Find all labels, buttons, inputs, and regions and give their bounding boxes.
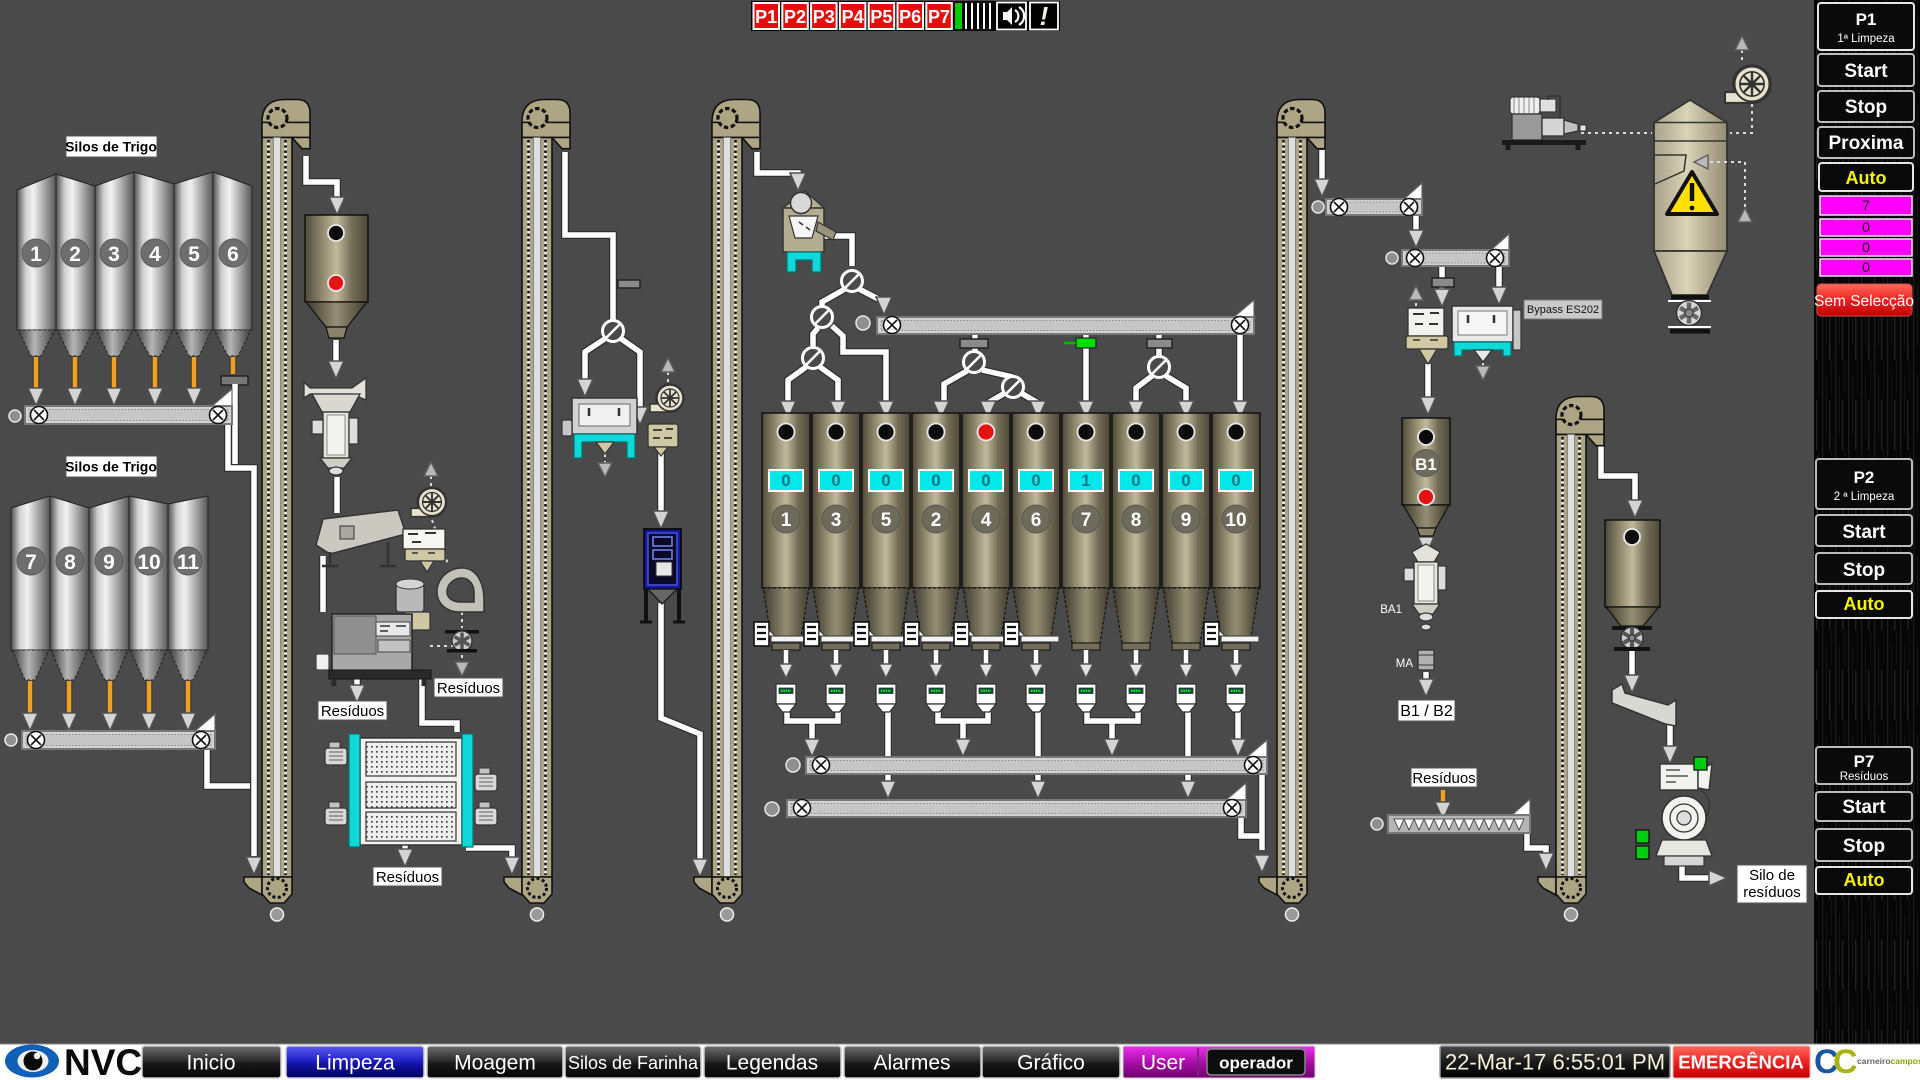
svg-text:Stop: Stop (1845, 97, 1887, 118)
svg-text:P7: P7 (928, 7, 950, 27)
svg-text:Legendas: Legendas (726, 1052, 818, 1075)
svg-text:P1: P1 (755, 7, 777, 27)
svg-text:8: 8 (64, 551, 76, 574)
svg-text:7: 7 (25, 551, 37, 574)
svg-text:0: 0 (1862, 239, 1870, 255)
svg-text:EMERGÊNCIA: EMERGÊNCIA (1678, 1052, 1803, 1073)
svg-text:9: 9 (103, 551, 115, 574)
svg-text:7: 7 (1862, 197, 1870, 213)
svg-text:Sem Selecção: Sem Selecção (1814, 293, 1914, 310)
svg-text:P1: P1 (1856, 10, 1877, 29)
svg-text:Resíduos: Resíduos (437, 680, 500, 697)
svg-text:22-Mar-17 6:55:01 PM: 22-Mar-17 6:55:01 PM (1445, 1050, 1665, 1075)
svg-text:P2: P2 (784, 7, 806, 27)
svg-text:NVC: NVC (64, 1042, 142, 1080)
svg-text:BA1: BA1 (1380, 604, 1402, 616)
svg-text:5: 5 (188, 243, 200, 266)
svg-text:3: 3 (108, 243, 120, 266)
svg-text:Moagem: Moagem (454, 1052, 536, 1075)
svg-text:resíduos: resíduos (1743, 884, 1801, 901)
svg-text:3: 3 (831, 510, 842, 531)
svg-text:11: 11 (177, 551, 200, 574)
svg-text:Silos de Trigo: Silos de Trigo (65, 459, 157, 475)
svg-text:B1: B1 (1415, 455, 1437, 474)
svg-text:1ª Limpeza: 1ª Limpeza (1837, 33, 1895, 45)
svg-text:0: 0 (831, 471, 840, 490)
svg-text:User: User (1141, 1052, 1185, 1075)
svg-text:Silo de: Silo de (1749, 867, 1795, 884)
svg-text:Limpeza: Limpeza (315, 1052, 395, 1075)
svg-text:Bypass ES202: Bypass ES202 (1527, 304, 1599, 316)
svg-text:Start: Start (1842, 522, 1886, 543)
svg-text:0: 0 (931, 471, 940, 490)
svg-text:MA: MA (1396, 658, 1414, 670)
svg-text:1: 1 (781, 510, 792, 531)
svg-text:2: 2 (69, 243, 81, 266)
svg-text:0: 0 (1862, 219, 1870, 235)
svg-text:!: ! (1040, 1, 1049, 31)
svg-text:Stop: Stop (1843, 836, 1885, 857)
svg-text:0: 0 (881, 471, 890, 490)
svg-text:0: 0 (1131, 471, 1140, 490)
svg-text:8: 8 (1131, 510, 1142, 531)
svg-text:7: 7 (1081, 510, 1092, 531)
svg-text:6: 6 (227, 243, 239, 266)
svg-text:operador: operador (1219, 1054, 1293, 1073)
svg-text:1: 1 (30, 243, 42, 266)
svg-text:Auto: Auto (1844, 870, 1885, 890)
svg-text:0: 0 (1231, 471, 1240, 490)
svg-text:0: 0 (1031, 471, 1040, 490)
svg-text:C: C (1833, 1043, 1858, 1080)
svg-text:P4: P4 (842, 7, 864, 27)
svg-text:9: 9 (1181, 510, 1192, 531)
svg-text:Resíduos: Resíduos (1412, 770, 1475, 787)
svg-text:4: 4 (981, 510, 992, 531)
svg-text:P2: P2 (1854, 468, 1875, 487)
svg-text:0: 0 (1862, 259, 1870, 275)
svg-text:5: 5 (881, 510, 892, 531)
svg-text:Resíduos: Resíduos (376, 869, 439, 886)
svg-text:4: 4 (149, 243, 161, 266)
svg-text:Inicio: Inicio (186, 1052, 235, 1075)
svg-text:Resíduos: Resíduos (321, 703, 384, 720)
svg-text:Start: Start (1844, 61, 1888, 82)
svg-text:Alarmes: Alarmes (873, 1052, 950, 1075)
svg-text:P7: P7 (1854, 752, 1875, 771)
svg-text:2: 2 (931, 510, 942, 531)
svg-text:P3: P3 (813, 7, 835, 27)
svg-text:Silos de Trigo: Silos de Trigo (65, 139, 157, 155)
svg-text:2 ª Limpeza: 2 ª Limpeza (1834, 491, 1895, 503)
svg-text:0: 0 (1181, 471, 1190, 490)
svg-text:Stop: Stop (1843, 560, 1885, 581)
svg-text:Auto: Auto (1846, 168, 1887, 188)
svg-text:Silos de Farinha: Silos de Farinha (568, 1053, 699, 1073)
svg-text:Resíduos: Resíduos (1840, 771, 1889, 783)
svg-text:10: 10 (1225, 510, 1246, 531)
svg-text:Auto: Auto (1844, 594, 1885, 614)
svg-text:carneirocampos: carneirocampos (1857, 1056, 1920, 1066)
svg-text:10: 10 (137, 551, 160, 574)
svg-text:P6: P6 (899, 7, 921, 27)
svg-text:P5: P5 (870, 7, 892, 27)
svg-text:0: 0 (781, 471, 790, 490)
svg-text:Start: Start (1842, 797, 1886, 818)
svg-text:B1 / B2: B1 / B2 (1400, 703, 1453, 720)
svg-text:Proxima: Proxima (1829, 133, 1904, 154)
svg-text:1: 1 (1081, 471, 1090, 490)
svg-text:6: 6 (1031, 510, 1042, 531)
svg-text:Gráfico: Gráfico (1017, 1052, 1085, 1075)
svg-text:0: 0 (981, 471, 990, 490)
